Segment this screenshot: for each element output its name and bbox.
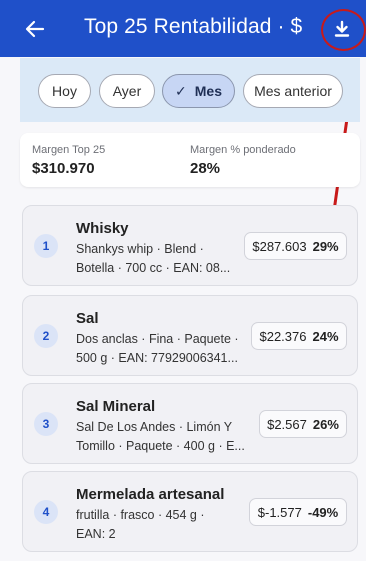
product-description-line: Botella · 700 cc · EAN: 08...	[76, 261, 231, 275]
margin-metric-pill: $-1.577 -49%	[249, 498, 347, 526]
product-name: Sal Mineral	[76, 398, 156, 415]
page-title: Top 25 Rentabilidad · $	[84, 15, 303, 38]
rank-badge: 1	[34, 234, 58, 258]
filter-chip-label: Hoy	[52, 83, 77, 99]
filter-chip-hoy[interactable]: Hoy	[38, 74, 91, 108]
summary-card: Margen Top 25 $310.970 Margen % ponderad…	[20, 133, 360, 187]
margin-metric-pill: $22.376 24%	[251, 322, 347, 350]
filter-chip-mes[interactable]: ✓ Mes	[162, 74, 235, 108]
filter-chip-ayer[interactable]: Ayer	[99, 74, 155, 108]
margin-amount: $-1.577	[257, 504, 302, 520]
margin-metric-pill: $287.603 29%	[244, 232, 347, 260]
filter-chip-label: Mes anterior	[254, 83, 332, 99]
product-name: Whisky	[76, 220, 129, 237]
margin-percent: 24%	[312, 328, 339, 344]
margin-pct-label: Margen % ponderado	[190, 144, 296, 156]
filter-chip-label: Ayer	[112, 83, 142, 99]
product-card[interactable]: 1 Whisky Shankys whip · Blend · Botella …	[22, 205, 358, 286]
margin-percent: -49%	[307, 504, 339, 520]
product-card[interactable]: 2 Sal Dos anclas · Fina · Paquete · 500 …	[22, 295, 358, 376]
margin-top-label: Margen Top 25	[32, 144, 106, 156]
product-description: frutilla · frasco · 454 g · EAN: 2	[76, 506, 205, 544]
rank-badge: 3	[34, 412, 58, 436]
product-description-line: EAN: 2	[76, 527, 116, 541]
product-description-line: Sal De Los Andes · Limón Y	[76, 420, 233, 434]
product-description: Sal De Los Andes · Limón Y Tomillo · Paq…	[76, 418, 245, 456]
margin-metric-pill: $2.567 26%	[259, 410, 347, 438]
margin-percent: 29%	[312, 238, 339, 254]
product-description-line: Tomillo · Paquete · 400 g · E...	[76, 439, 245, 453]
margin-percent: 26%	[312, 416, 339, 432]
app-bar: Top 25 Rentabilidad · $	[0, 0, 366, 57]
margin-amount: $2.567	[267, 416, 307, 432]
back-button[interactable]	[22, 16, 48, 42]
highlight-circle-annotation	[321, 9, 366, 51]
arrow-left-icon	[25, 20, 45, 38]
margin-amount: $287.603	[252, 238, 307, 254]
product-description-line: 500 g · EAN: 77929006341...	[76, 351, 238, 365]
product-card[interactable]: 4 Mermelada artesanal frutilla · frasco …	[22, 471, 358, 552]
rank-badge: 2	[34, 324, 58, 348]
product-description: Dos anclas · Fina · Paquete · 500 g · EA…	[76, 330, 239, 368]
product-card[interactable]: 3 Sal Mineral Sal De Los Andes · Limón Y…	[22, 383, 358, 464]
product-name: Mermelada artesanal	[76, 486, 225, 503]
product-name: Sal	[76, 310, 99, 327]
rank-badge: 4	[34, 500, 58, 524]
product-description: Shankys whip · Blend · Botella · 700 cc …	[76, 240, 230, 278]
filter-chip-mes-anterior[interactable]: Mes anterior	[243, 74, 343, 108]
margin-pct-value: 28%	[190, 160, 221, 177]
margin-amount: $22.376	[259, 328, 307, 344]
check-icon: ✓	[175, 82, 187, 99]
product-description-line: frutilla · frasco · 454 g ·	[76, 508, 205, 522]
product-description-line: Shankys whip · Blend ·	[76, 242, 204, 256]
margin-top-value: $310.970	[32, 160, 95, 177]
filter-chip-label: Mes	[194, 83, 222, 99]
product-description-line: Dos anclas · Fina · Paquete ·	[76, 332, 239, 346]
